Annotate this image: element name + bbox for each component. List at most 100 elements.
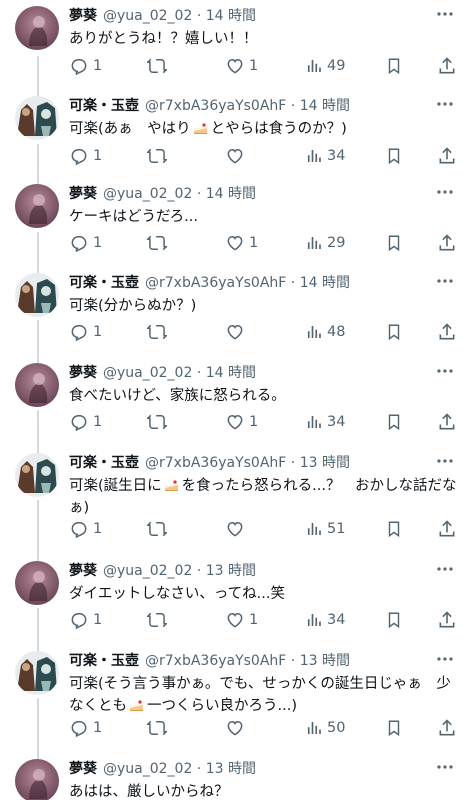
share-button[interactable] <box>437 145 457 167</box>
reply-button[interactable]: 1 <box>69 717 102 739</box>
avatar[interactable] <box>15 651 59 695</box>
display-name[interactable]: 夢葵 <box>69 365 97 381</box>
avatar[interactable] <box>15 453 59 497</box>
display-name[interactable]: 可楽・玉壺 <box>69 98 139 114</box>
bookmark-button[interactable] <box>385 232 403 254</box>
display-name[interactable]: 可楽・玉壺 <box>69 455 139 471</box>
retweet-button[interactable] <box>147 717 171 739</box>
tweet[interactable]: 可楽・玉壺 @r7xbA36yaYs0AhF · 14 時間 可楽(あぁ やはり と… <box>0 96 470 186</box>
share-button[interactable] <box>437 609 457 631</box>
more-icon[interactable] <box>434 759 456 777</box>
share-button[interactable] <box>437 321 457 343</box>
more-icon[interactable] <box>434 559 456 579</box>
views-button[interactable]: 49 <box>305 55 345 77</box>
reply-button[interactable]: 1 <box>69 145 102 167</box>
timestamp[interactable]: 14 時間 <box>206 8 256 24</box>
user-handle[interactable]: @yua_02_02 <box>103 8 192 24</box>
tweet[interactable]: 可楽・玉壺 @r7xbA36yaYs0AhF · 14 時間 可楽(分からぬか？)… <box>0 273 470 363</box>
reply-button[interactable]: 1 <box>69 55 102 77</box>
like-button[interactable] <box>225 321 249 343</box>
reply-button[interactable]: 1 <box>69 518 102 540</box>
more-icon[interactable] <box>434 451 456 471</box>
retweet-button[interactable] <box>147 609 171 631</box>
display-name[interactable]: 夢葵 <box>69 186 97 202</box>
share-button[interactable] <box>437 717 457 739</box>
like-button[interactable]: 1 <box>225 55 258 77</box>
timestamp[interactable]: 13 時間 <box>206 761 256 777</box>
reply-button[interactable]: 1 <box>69 411 102 433</box>
avatar[interactable] <box>15 561 59 605</box>
user-handle[interactable]: @r7xbA36yaYs0AhF <box>145 653 286 669</box>
more-icon[interactable] <box>434 361 456 381</box>
views-button[interactable]: 51 <box>305 518 345 540</box>
like-button[interactable] <box>225 145 249 167</box>
tweet[interactable]: 夢葵 @yua_02_02 · 14 時間 ケーキはどうだろ... 1 1 29 <box>0 184 470 274</box>
retweet-button[interactable] <box>147 232 171 254</box>
bookmark-button[interactable] <box>385 609 403 631</box>
display-name[interactable]: 可楽・玉壺 <box>69 653 139 669</box>
more-icon[interactable] <box>434 94 456 114</box>
avatar[interactable] <box>15 363 59 407</box>
timestamp[interactable]: 14 時間 <box>206 365 256 381</box>
more-icon[interactable] <box>434 271 456 291</box>
timestamp[interactable]: 14 時間 <box>300 275 350 291</box>
views-button[interactable]: 29 <box>305 232 345 254</box>
share-button[interactable] <box>437 411 457 433</box>
display-name[interactable]: 可楽・玉壺 <box>69 275 139 291</box>
views-button[interactable]: 34 <box>305 145 345 167</box>
display-name[interactable]: 夢葵 <box>69 761 97 777</box>
timestamp[interactable]: 14 時間 <box>300 98 350 114</box>
bookmark-button[interactable] <box>385 717 403 739</box>
retweet-button[interactable] <box>147 518 171 540</box>
timestamp[interactable]: 14 時間 <box>206 186 256 202</box>
timestamp[interactable]: 13 時間 <box>300 455 350 471</box>
retweet-button[interactable] <box>147 55 171 77</box>
bookmark-button[interactable] <box>385 411 403 433</box>
user-handle[interactable]: @r7xbA36yaYs0AhF <box>145 455 286 471</box>
display-name[interactable]: 夢葵 <box>69 8 97 24</box>
reply-button[interactable]: 1 <box>69 609 102 631</box>
like-button[interactable]: 1 <box>225 411 258 433</box>
bookmark-button[interactable] <box>385 55 403 77</box>
share-button[interactable] <box>437 518 457 540</box>
share-button[interactable] <box>437 232 457 254</box>
user-handle[interactable]: @r7xbA36yaYs0AhF <box>145 98 286 114</box>
user-handle[interactable]: @yua_02_02 <box>103 365 192 381</box>
tweet[interactable]: 可楽・玉壺 @r7xbA36yaYs0AhF · 13 時間 可楽(誕生日に を食っ… <box>0 453 470 561</box>
user-handle[interactable]: @yua_02_02 <box>103 186 192 202</box>
tweet[interactable]: 可楽・玉壺 @r7xbA36yaYs0AhF · 13 時間 可楽(そう言う事かぁ… <box>0 651 470 759</box>
share-button[interactable] <box>437 55 457 77</box>
retweet-button[interactable] <box>147 411 171 433</box>
views-button[interactable]: 50 <box>305 717 345 739</box>
tweet[interactable]: 夢葵 @yua_02_02 · 14 時間 食べたいけど、家族に怒られる。 1 1… <box>0 363 470 453</box>
reply-button[interactable]: 1 <box>69 321 102 343</box>
like-button[interactable] <box>225 518 249 540</box>
bookmark-button[interactable] <box>385 518 403 540</box>
bookmark-button[interactable] <box>385 145 403 167</box>
tweet[interactable]: 夢葵 @yua_02_02 · 14 時間 ありがとうね！？嬉しい！！ 1 1 4… <box>0 6 470 96</box>
bookmark-button[interactable] <box>385 321 403 343</box>
like-button[interactable]: 1 <box>225 232 258 254</box>
timestamp[interactable]: 13 時間 <box>206 563 256 579</box>
avatar[interactable] <box>15 184 59 228</box>
retweet-button[interactable] <box>147 145 171 167</box>
user-handle[interactable]: @r7xbA36yaYs0AhF <box>145 275 286 291</box>
display-name[interactable]: 夢葵 <box>69 563 97 579</box>
like-button[interactable]: 1 <box>225 609 258 631</box>
timestamp[interactable]: 13 時間 <box>300 653 350 669</box>
tweet[interactable]: 夢葵 @yua_02_02 · 13 時間 ダイエットしなさい、ってね...笑 1… <box>0 561 470 651</box>
like-button[interactable] <box>225 717 249 739</box>
avatar[interactable] <box>15 273 59 317</box>
views-button[interactable]: 48 <box>305 321 345 343</box>
retweet-button[interactable] <box>147 321 171 343</box>
reply-button[interactable]: 1 <box>69 232 102 254</box>
more-icon[interactable] <box>434 182 456 202</box>
user-handle[interactable]: @yua_02_02 <box>103 563 192 579</box>
avatar[interactable] <box>15 96 59 140</box>
avatar[interactable] <box>15 6 59 50</box>
views-button[interactable]: 34 <box>305 609 345 631</box>
user-handle[interactable]: @yua_02_02 <box>103 761 192 777</box>
views-button[interactable]: 34 <box>305 411 345 433</box>
avatar[interactable] <box>15 759 59 800</box>
more-icon[interactable] <box>434 649 456 669</box>
